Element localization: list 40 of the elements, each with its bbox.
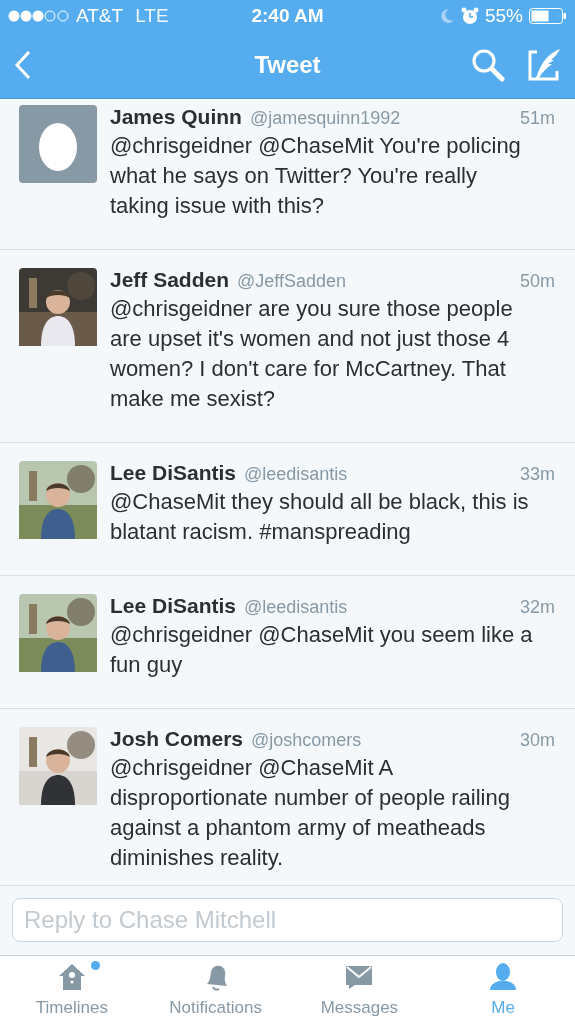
default-avatar[interactable]: [19, 105, 97, 183]
search-icon[interactable]: [471, 48, 505, 82]
tab-label[interactable]: Me: [491, 998, 515, 1018]
tweet-time: 50m: [520, 271, 555, 292]
person-icon[interactable]: [489, 962, 518, 992]
back-icon[interactable]: [14, 50, 32, 80]
battery-percent: 55%: [484, 5, 523, 27]
carrier-name: AT&T: [76, 5, 124, 27]
user-name[interactable]: Lee DiSantis: [110, 594, 237, 618]
user-name[interactable]: Jeff Sadden: [110, 268, 230, 292]
user-handle[interactable]: @leedisantis: [244, 597, 348, 618]
user-name[interactable]: James Quinn: [110, 105, 242, 129]
tab-label[interactable]: Notifications: [169, 998, 262, 1018]
battery-icon: [529, 8, 567, 24]
tweet-time: 51m: [520, 108, 555, 129]
network-type: LTE: [135, 5, 169, 27]
user-handle[interactable]: @leedisantis: [244, 464, 348, 485]
tweet-time: 32m: [520, 597, 555, 618]
tweet-text: @chrisgeidner @ChaseMit A disproportionate number of people railing against a phantom army of meatheads diminishes reality.: [110, 754, 511, 872]
status-time: 2:40 AM: [251, 5, 324, 26]
tweet-time: 33m: [520, 464, 555, 485]
house-icon[interactable]: [57, 962, 86, 992]
tweet-text: @chrisgeidner @ChaseMit you seem like a fun guy: [110, 621, 534, 679]
user-handle[interactable]: @JeffSadden: [237, 271, 347, 292]
user-handle[interactable]: @jamesquinn1992: [249, 108, 401, 129]
tweet-time: 30m: [520, 730, 555, 751]
tab-label[interactable]: Messages: [320, 998, 399, 1018]
reply-field[interactable]: Reply to Chase Mitchell: [12, 898, 563, 942]
alarm-icon: [460, 7, 479, 25]
user-handle[interactable]: @joshcomers: [251, 730, 362, 751]
signal-icon: [8, 9, 70, 23]
tab-label[interactable]: Timelines: [35, 998, 108, 1018]
compose-icon[interactable]: [527, 48, 561, 82]
tweet-text: @chrisgeidner are you sure those people are upset it's women and not just those 4 women? I don't care for McCartney. That make me sexist?: [110, 295, 514, 413]
moon-icon: [438, 8, 455, 24]
tweet-text: @ChaseMit they should all be black, this is blatant racism. #manspreading: [110, 488, 530, 546]
user-name[interactable]: Josh Comers: [110, 727, 244, 751]
nav-title: Tweet: [254, 51, 321, 79]
user-name[interactable]: Lee DiSantis: [110, 461, 237, 485]
tweet-text: @chrisgeidner @ChaseMit You're policing what he says on Twitter? You're really taking issue with this?: [110, 132, 522, 220]
